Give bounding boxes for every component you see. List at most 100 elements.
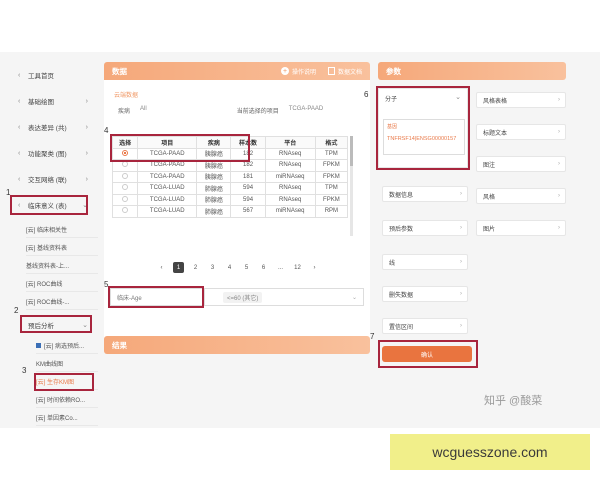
chevron-right-icon: › [460, 225, 462, 231]
cell-disease: 肺腺癌 [196, 205, 232, 218]
data-panel-header: 数据 + 操作说明 数据文档 [104, 62, 370, 80]
sub-item-univariate-cox[interactable]: [云] 单因素Co... [36, 410, 98, 426]
sub-item-roc[interactable]: [云] ROC曲线 [26, 276, 98, 292]
cell-format: FPKM [314, 159, 349, 172]
table-row[interactable]: TCGA-LUAD 肺腺癌 594 RNAseq TPM [111, 182, 349, 195]
page-next[interactable]: › [309, 262, 320, 273]
current-project-label: 当前选择的项目 [236, 109, 279, 115]
radio[interactable] [122, 161, 129, 168]
cell-platform: miRNAseq [264, 205, 316, 218]
title-text-button[interactable]: 标题文本 › [476, 124, 566, 140]
chevron-left-icon: ‹ [18, 123, 21, 131]
filter-row: 疾病 All 当前选择的项目 TCGA-PAAD [118, 106, 358, 115]
marker-6: 6 [364, 90, 369, 99]
sub-item-time-roc[interactable]: [云] 时间依赖RO... [36, 392, 98, 408]
cell-disease: 肺腺癌 [196, 182, 232, 195]
sidebar-item-expression[interactable]: ‹ 表达差异 (共) › [6, 118, 94, 136]
page-3[interactable]: 3 [207, 262, 218, 273]
page-5[interactable]: 5 [241, 262, 252, 273]
col-platform: 平台 [264, 136, 316, 149]
page-12[interactable]: 12 [292, 262, 303, 273]
sidebar-item-network[interactable]: ‹ 交互网络 (联) › [6, 170, 94, 188]
sub-item-km-curve[interactable]: KM曲线图 [36, 356, 98, 372]
cell-disease: 胰腺癌 [196, 170, 232, 183]
chevron-right-icon: › [460, 259, 462, 265]
chevron-left-icon: ‹ [18, 149, 21, 157]
scrollbar-thumb[interactable] [350, 136, 353, 166]
style-table-button[interactable]: 风格表格 › [476, 92, 566, 108]
censored-data-button[interactable]: 删失数据 › [382, 286, 468, 302]
cell-format: TPM [314, 182, 349, 195]
clinical-group-tag[interactable]: <=60 (其它) [223, 291, 263, 303]
cell-project: TCGA-PAAD [137, 170, 198, 183]
marker-7: 7 [370, 332, 375, 341]
chevron-right-icon: › [85, 123, 88, 131]
image-button[interactable]: 图片 › [476, 220, 566, 236]
cell-format: TPM [314, 147, 349, 160]
cell-platform: RNAseq [264, 159, 316, 172]
params-header: 参数 [378, 62, 566, 80]
cell-project: TCGA-LUAD [137, 205, 198, 218]
sub-item-roc-2[interactable]: [云] ROC曲线-... [26, 294, 98, 310]
legend-button[interactable]: 图注 › [476, 156, 566, 172]
highlight-box-7 [378, 340, 478, 368]
cloud-data-label[interactable]: 云端数据 [114, 90, 138, 99]
current-project-value: TCGA-PAAD [288, 106, 324, 112]
marker-2: 2 [14, 306, 19, 315]
cell-disease: 肺腺癌 [196, 193, 232, 206]
radio[interactable] [122, 207, 129, 214]
radio[interactable] [122, 184, 129, 191]
chevron-right-icon: › [460, 291, 462, 297]
sub-item-baseline-table[interactable]: [云] 基线资料表 [26, 240, 98, 256]
page-6[interactable]: 6 [258, 262, 269, 273]
data-panel: 数据 + 操作说明 数据文档 云端数据 疾病 All 当前选择的项目 TCGA-P… [104, 62, 370, 352]
highlight-box-6 [376, 86, 470, 170]
table-row[interactable]: TCGA-LUAD 肺腺癌 594 RNAseq FPKM [111, 193, 349, 206]
page-2[interactable]: 2 [190, 262, 201, 273]
style-button[interactable]: 风格 › [476, 188, 566, 204]
params-panel: 参数 6 分子 ⌄ 基因 TNFRSF14|ENSG00000157 风格表格 ›… [364, 62, 566, 368]
table-scrollbar[interactable] [350, 136, 353, 236]
pagination: ‹ 1 2 3 4 5 6 ... 12 › [156, 262, 320, 273]
chevron-down-icon: ⌄ [351, 294, 357, 301]
site-banner: wcguesszone.com [390, 434, 590, 470]
sub-item-prognosis-1[interactable]: [云] 病选预后... [36, 338, 98, 354]
page-1[interactable]: 1 [173, 262, 184, 273]
page-prev[interactable]: ‹ [156, 262, 167, 273]
data-info-button[interactable]: 数据信息 › [382, 186, 468, 202]
line-button[interactable]: 线 › [382, 254, 468, 270]
page-4[interactable]: 4 [224, 262, 235, 273]
checkbox-icon [36, 343, 41, 348]
data-doc-button[interactable]: 数据文档 [327, 67, 362, 76]
table-row[interactable]: TCGA-LUAD 肺腺癌 567 miRNAseq RPM [111, 205, 349, 218]
page-ellipsis: ... [277, 264, 283, 271]
watermark: 知乎 @酸菜 [484, 395, 543, 407]
prognosis-params-button[interactable]: 预后参数 › [382, 220, 468, 236]
cell-project: TCGA-LUAD [137, 193, 198, 206]
cell-project: TCGA-LUAD [137, 182, 198, 195]
chevron-right-icon: › [85, 175, 88, 183]
radio[interactable] [122, 195, 129, 202]
disease-filter-select[interactable]: All [140, 106, 147, 115]
disease-filter-label: 疾病 [118, 109, 131, 115]
cell-platform: RNAseq [264, 193, 316, 206]
document-icon [327, 67, 335, 75]
highlight-box-2 [20, 315, 92, 333]
sub-item-clinical-correlation[interactable]: [云] 临床相关性 [26, 222, 98, 238]
cell-samples: 594 [230, 182, 266, 195]
chevron-right-icon: › [85, 149, 88, 157]
radio[interactable] [122, 172, 129, 179]
sidebar-item-basic-plot[interactable]: ‹ 基础绘图 › [6, 92, 94, 110]
sidebar-item-home[interactable]: ‹ 工具首页 [6, 66, 94, 84]
sidebar-item-enrichment[interactable]: ‹ 功能聚类 (图) › [6, 144, 94, 162]
chevron-right-icon: › [558, 97, 560, 103]
app-window: ‹ 工具首页 ‹ 基础绘图 › ‹ 表达差异 (共) › ‹ 功能聚类 (图) › ‹ 交互网络… [0, 52, 600, 428]
cell-format: FPKM [314, 170, 349, 183]
cell-platform: RNAseq [264, 182, 316, 195]
cell-platform: RNAseq [264, 147, 316, 160]
table-row[interactable]: TCGA-PAAD 胰腺癌 181 miRNAseq FPKM [111, 170, 349, 183]
confidence-interval-button[interactable]: 置信区间 › [382, 318, 468, 334]
instructions-button[interactable]: + 操作说明 [280, 67, 316, 76]
highlight-box-5 [108, 286, 204, 308]
sub-item-baseline-upload[interactable]: 基线资料表-上... [26, 258, 98, 274]
